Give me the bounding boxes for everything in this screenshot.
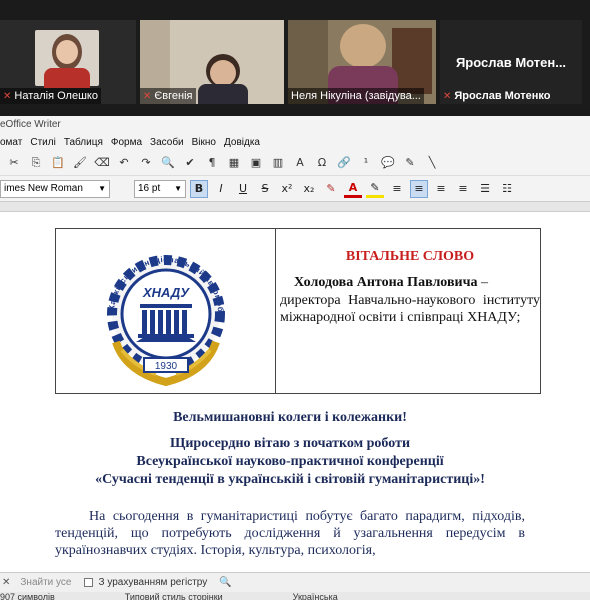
insert-comment-icon[interactable]: 💬 — [380, 155, 396, 171]
insert-chart-icon[interactable]: ▥ — [270, 155, 286, 171]
insert-image-icon[interactable]: ▣ — [248, 155, 264, 171]
font-size-value: 16 pt — [138, 183, 161, 194]
numbered-list-icon[interactable]: ☷ — [498, 180, 516, 198]
redo-icon[interactable]: ↷ — [138, 155, 154, 171]
participant-name: Ярослав Мотенко — [454, 90, 551, 102]
status-bar: 907 символів Типовий стиль сторінки Укра… — [0, 592, 590, 600]
find-replace-icon[interactable]: 🔍 — [160, 155, 176, 171]
spellcheck-icon[interactable]: ✔ — [182, 155, 198, 171]
strikethrough-button[interactable]: S — [256, 180, 274, 198]
greeting-title: ВІТАЛЬНЕ СЛОВО — [345, 249, 475, 264]
menu-bar: омат Стилі Таблиця Форма Засоби Вікно До… — [0, 134, 590, 150]
window-title: eOffice Writer — [0, 119, 61, 130]
menu-form[interactable]: Форма — [111, 137, 142, 148]
mic-muted-icon: ✕ — [443, 90, 452, 102]
participant-tile-3[interactable]: Неля Нікуліна (завідува... — [288, 20, 436, 104]
font-size-box[interactable]: 16 pt ▼ — [134, 179, 186, 198]
header-table: ХНАДУ 1930 Харківський національний авто… — [55, 228, 541, 394]
participant-name: Наталія Олешко — [14, 90, 98, 102]
font-name-box[interactable]: imes New Roman ▼ — [0, 179, 110, 198]
clear-formatting-icon[interactable]: ⌫ — [94, 155, 110, 171]
insert-textbox-icon[interactable]: A — [292, 155, 308, 171]
menu-tools[interactable]: Засоби — [150, 137, 184, 148]
welcome-line-1: Щиросердно вітаю з початком роботи — [169, 436, 411, 451]
participant-display-name: Ярослав Мотен... — [455, 54, 567, 70]
close-icon[interactable]: ✕ — [2, 577, 10, 588]
greeting-dash: – — [477, 275, 488, 290]
participant-tile-4[interactable]: Ярослав Мотен... ✕ Ярослав Мотенко — [440, 20, 582, 104]
welcome-line-3: «Сучасні тенденції в українській і світо… — [95, 472, 485, 487]
formatting-marks-icon[interactable]: ¶ — [204, 155, 220, 171]
insert-line-icon[interactable]: ╲ — [424, 155, 440, 171]
bullet-list-icon[interactable]: ☰ — [476, 180, 494, 198]
logo-abbreviation: ХНАДУ — [142, 285, 190, 300]
underline-button[interactable]: U — [234, 180, 252, 198]
greeting-role: директора Навчально-наукового інституту … — [280, 293, 540, 325]
align-center-icon[interactable]: ≡ — [410, 179, 428, 198]
menu-table[interactable]: Таблиця — [64, 137, 103, 148]
highlight-color-icon[interactable]: ✎ — [366, 180, 384, 198]
mic-muted-icon: ✕ — [3, 90, 12, 102]
find-options-icon[interactable]: 🔍 — [219, 577, 231, 588]
chevron-down-icon[interactable]: ▼ — [98, 184, 106, 193]
document-canvas[interactable]: ХНАДУ 1930 Харківський національний авто… — [0, 212, 590, 572]
participant-name-bar: Неля Нікуліна (завідува... — [288, 88, 424, 104]
bold-button[interactable]: B — [190, 179, 208, 198]
logo-cell: ХНАДУ 1930 Харківський національний авто… — [56, 229, 276, 393]
cut-icon[interactable]: ✂ — [6, 155, 22, 171]
salutation: Вельмишановні колеги і колежанки! — [173, 410, 407, 425]
character-style-icon[interactable]: ✎ — [322, 180, 340, 198]
word-count: 907 символів — [0, 592, 55, 600]
participant-tile-2[interactable]: ✕ Євгенія — [140, 20, 284, 104]
find-all-button[interactable]: Знайти усе — [20, 577, 71, 588]
participant-name-bar: ✕ Євгенія — [140, 88, 196, 104]
writer-window: eOffice Writer омат Стилі Таблиця Форма … — [0, 116, 590, 600]
logo-year: 1930 — [155, 361, 178, 372]
formatting-toolbar: imes New Roman ▼ 16 pt ▼ B I U S x² x₂ ✎… — [0, 176, 590, 202]
standard-toolbar: ✂ ⎘ 📋 🖌 ⌫ ↶ ↷ 🔍 ✔ ¶ ▦ ▣ ▥ A Ω 🔗 ¹ 💬 ✎ ╲ — [0, 150, 590, 176]
horizontal-ruler[interactable] — [0, 202, 590, 212]
copy-icon[interactable]: ⎘ — [28, 155, 44, 171]
clone-formatting-icon[interactable]: 🖌 — [72, 155, 88, 171]
menu-window[interactable]: Вікно — [192, 137, 216, 148]
participant-name-bar: ✕ Ярослав Мотенко — [440, 88, 553, 104]
insert-footnote-icon[interactable]: ¹ — [358, 155, 374, 171]
insert-hyperlink-icon[interactable]: 🔗 — [336, 155, 352, 171]
participant-name: Неля Нікуліна (завідува... — [291, 90, 421, 102]
align-left-icon[interactable]: ≡ — [388, 180, 406, 198]
align-right-icon[interactable]: ≡ — [432, 180, 450, 198]
superscript-button[interactable]: x² — [278, 180, 296, 198]
language[interactable]: Українська — [293, 592, 338, 600]
match-case-checkbox[interactable] — [83, 578, 93, 587]
participant-tile-1[interactable]: ✕ Наталія Олешко — [0, 20, 136, 104]
greeting-name-line: Холодова Антона Павловича – — [280, 275, 540, 291]
body-paragraph: На сьогодення в гуманітаристиці побутує … — [55, 509, 525, 558]
font-name-value: imes New Roman — [4, 183, 83, 194]
participant-name-bar: ✕ Наталія Олешко — [0, 88, 101, 104]
subscript-button[interactable]: x₂ — [300, 180, 318, 198]
chevron-down-icon[interactable]: ▼ — [174, 184, 182, 193]
menu-styles[interactable]: Стилі — [30, 137, 55, 148]
university-logo: ХНАДУ 1930 Харківський національний авто… — [86, 232, 225, 387]
match-case-label: З урахуванням регістру — [98, 577, 208, 588]
track-changes-icon[interactable]: ✎ — [402, 155, 418, 171]
video-participant-strip: ✕ Наталія Олешко ✕ Євгенія Неля Нікуліна… — [0, 0, 590, 108]
find-toolbar: ✕ Знайти усе З урахуванням регістру 🔍 — [0, 572, 590, 592]
insert-table-icon[interactable]: ▦ — [226, 155, 242, 171]
menu-help[interactable]: Довідка — [224, 137, 260, 148]
mic-muted-icon: ✕ — [143, 90, 152, 102]
page-style[interactable]: Типовий стиль сторінки — [125, 592, 223, 600]
participant-name: Євгенія — [154, 90, 193, 102]
font-color-icon[interactable]: A — [344, 180, 362, 198]
undo-icon[interactable]: ↶ — [116, 155, 132, 171]
align-justify-icon[interactable]: ≡ — [454, 180, 472, 198]
menu-format[interactable]: омат — [0, 137, 22, 148]
paste-icon[interactable]: 📋 — [50, 155, 66, 171]
greeting-name: Холодова Антона Павловича — [294, 275, 478, 290]
greeting-cell: ВІТАЛЬНЕ СЛОВО Холодова Антона Павловича… — [276, 229, 540, 393]
welcome-line-2: Всеукраїнської науково-практичної конфер… — [136, 454, 444, 469]
insert-special-char-icon[interactable]: Ω — [314, 155, 330, 171]
italic-button[interactable]: I — [212, 180, 230, 198]
